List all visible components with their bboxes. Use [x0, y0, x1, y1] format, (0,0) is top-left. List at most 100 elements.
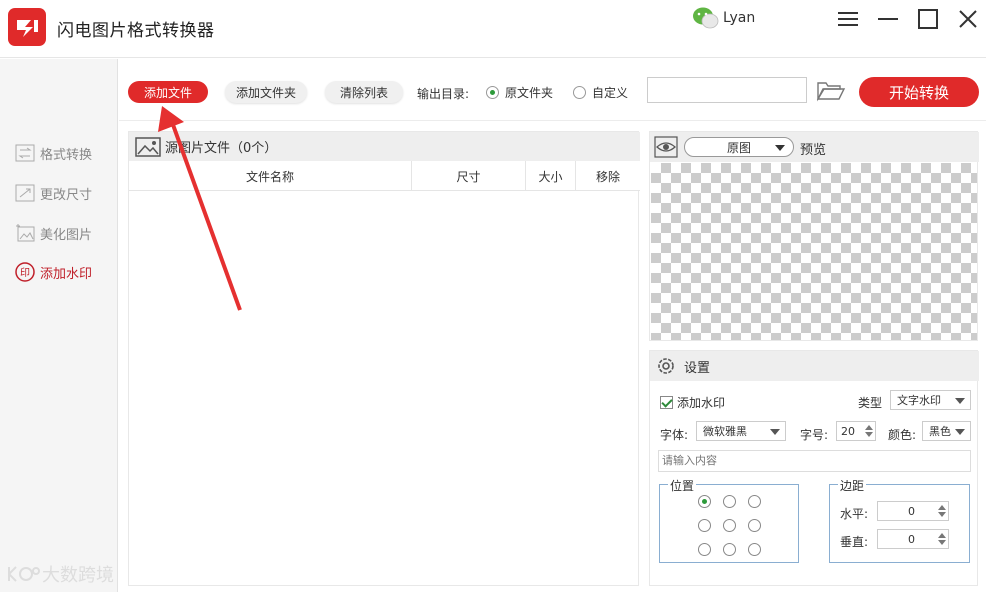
position-bottom-right[interactable]: [748, 543, 761, 556]
brand-watermark-icon: [8, 566, 40, 582]
position-middle-right[interactable]: [748, 519, 761, 532]
file-list-header: 源图片文件（0个）: [129, 132, 640, 161]
sidebar: 格式转换 更改尺寸 美化图片 印 添加水印 大数跨境: [0, 59, 118, 592]
column-header-filename[interactable]: 文件名称: [129, 161, 412, 191]
close-icon: [959, 10, 977, 28]
settings-header: 设置: [650, 351, 979, 381]
color-select[interactable]: 黑色: [922, 421, 971, 441]
column-header-remove[interactable]: 移除: [576, 161, 640, 191]
image-icon: [135, 136, 161, 157]
add-folder-button[interactable]: 添加文件夹: [225, 81, 307, 103]
folder-open-icon: [816, 82, 846, 102]
sidebar-item-beautify[interactable]: 美化图片: [14, 221, 114, 245]
position-bottom-left[interactable]: [698, 543, 711, 556]
close-button[interactable]: [955, 6, 981, 32]
file-list-panel: 源图片文件（0个） 文件名称 尺寸 大小 移除: [128, 131, 640, 586]
preview-mode-select[interactable]: 原图: [684, 137, 794, 157]
add-file-button[interactable]: 添加文件: [128, 81, 208, 103]
settings-title: 设置: [684, 360, 711, 376]
checkbox-box: [660, 396, 673, 409]
clear-list-button[interactable]: 清除列表: [325, 81, 403, 103]
preview-label: 预览: [800, 143, 827, 158]
sidebar-item-watermark[interactable]: 印 添加水印: [14, 260, 114, 284]
settings-panel: 设置 添加水印 类型 文字水印 字体: 微软雅黑 字号: 20 颜色: 黑色 位…: [649, 350, 979, 586]
color-label: 颜色:: [888, 428, 917, 442]
position-group: 位置: [659, 477, 799, 563]
radio-dot: [486, 86, 499, 99]
output-path-input[interactable]: [647, 77, 807, 103]
sidebar-item-label: 美化图片: [40, 227, 93, 243]
sidebar-item-label: 添加水印: [40, 266, 93, 282]
preview-header: 原图 预览: [650, 132, 979, 162]
horizontal-label: 水平:: [840, 507, 869, 521]
chevron-down-icon: [775, 145, 785, 151]
watermark-type-select[interactable]: 文字水印: [890, 390, 971, 410]
vertical-margin-value: 0: [908, 532, 915, 546]
sidebar-item-label: 格式转换: [40, 147, 93, 163]
radio-label: 原文件夹: [505, 86, 554, 100]
watermark-type-value: 文字水印: [897, 394, 941, 407]
user-account[interactable]: Lyan: [692, 4, 762, 32]
output-dir-label: 输出目录:: [417, 87, 470, 101]
font-size-value: 20: [841, 424, 855, 438]
sidebar-item-resize[interactable]: 更改尺寸: [14, 181, 114, 205]
margin-title: 边距: [838, 477, 867, 494]
gear-icon: [658, 358, 674, 374]
menu-button[interactable]: [835, 6, 861, 32]
vertical-margin-stepper[interactable]: 0: [877, 529, 949, 549]
stepper-arrows-icon[interactable]: [938, 532, 946, 546]
position-top-right[interactable]: [748, 495, 761, 508]
file-list-title: 源图片文件（0个）: [165, 141, 278, 156]
sidebar-item-format-convert[interactable]: 格式转换: [14, 141, 114, 165]
format-convert-icon: [14, 142, 36, 164]
font-label: 字体:: [660, 428, 689, 442]
radio-original-folder[interactable]: 原文件夹: [486, 84, 553, 101]
watermark-content-input[interactable]: [658, 450, 971, 472]
font-size-label: 字号:: [800, 428, 829, 442]
color-value: 黑色: [929, 425, 951, 438]
margin-group: 边距 水平: 0 垂直: 0: [829, 477, 970, 563]
toolbar: 添加文件 添加文件夹 清除列表 输出目录: 原文件夹 自定义 开始转换: [119, 59, 986, 121]
horizontal-margin-stepper[interactable]: 0: [877, 501, 949, 521]
preview-mode-value: 原图: [726, 140, 751, 155]
user-name: Lyan: [723, 10, 756, 26]
horizontal-margin-value: 0: [908, 504, 915, 518]
svg-text:印: 印: [20, 267, 30, 279]
hamburger-icon: [838, 12, 858, 26]
position-middle-center[interactable]: [723, 519, 736, 532]
type-label: 类型: [858, 396, 883, 410]
preview-panel: 原图 预览: [649, 131, 979, 341]
radio-dot: [573, 86, 586, 99]
start-convert-button[interactable]: 开始转换: [859, 77, 979, 107]
brand-watermark-text: 大数跨境: [42, 565, 114, 586]
sidebar-item-label: 更改尺寸: [40, 187, 93, 203]
app-logo-icon: [8, 8, 46, 46]
watermark-icon: 印: [14, 261, 36, 283]
checkbox-label: 添加水印: [677, 396, 726, 410]
position-top-center[interactable]: [723, 495, 736, 508]
position-middle-left[interactable]: [698, 519, 711, 532]
stepper-arrows-icon[interactable]: [865, 424, 873, 438]
preview-canvas: [651, 163, 977, 340]
add-watermark-checkbox[interactable]: 添加水印: [660, 394, 725, 411]
position-top-left[interactable]: [698, 495, 711, 508]
column-header-size[interactable]: 大小: [526, 161, 576, 191]
column-header-dimensions[interactable]: 尺寸: [412, 161, 526, 191]
title-bar: 闪电图片格式转换器 Lyan: [0, 0, 986, 58]
wechat-icon: [693, 7, 719, 29]
file-list-columns: 文件名称 尺寸 大小 移除: [129, 161, 640, 191]
chevron-down-icon: [955, 429, 965, 435]
stepper-arrows-icon[interactable]: [938, 504, 946, 518]
chevron-down-icon: [955, 398, 965, 404]
font-value: 微软雅黑: [703, 425, 747, 438]
minimize-button[interactable]: [875, 6, 901, 32]
font-size-stepper[interactable]: 20: [836, 421, 876, 441]
radio-custom[interactable]: 自定义: [573, 84, 628, 101]
font-select[interactable]: 微软雅黑: [696, 421, 786, 441]
maximize-button[interactable]: [915, 6, 941, 32]
chevron-down-icon: [770, 429, 780, 435]
browse-folder-button[interactable]: [816, 79, 846, 103]
beautify-icon: [14, 222, 36, 244]
resize-icon: [14, 182, 36, 204]
position-bottom-center[interactable]: [723, 543, 736, 556]
